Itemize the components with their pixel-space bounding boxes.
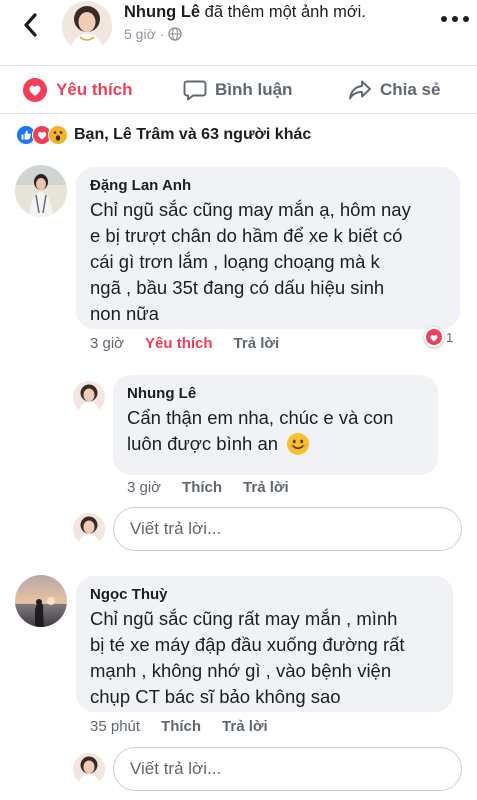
comment-time[interactable]: 35 phút xyxy=(90,718,140,735)
chevron-left-icon xyxy=(24,13,37,37)
comment-bubble-icon xyxy=(183,80,207,101)
comment-author-name[interactable]: Đặng Lan Anh xyxy=(90,177,191,194)
comment-bubble: Ngọc Thuỳ Chỉ ngũ sắc cũng rất may mắn ,… xyxy=(76,576,453,712)
heart-icon xyxy=(23,78,47,102)
comment-reaction-count[interactable]: 1 xyxy=(424,327,453,347)
reply-input-box xyxy=(113,747,462,791)
love-button[interactable]: Yêu thích xyxy=(22,74,133,106)
post-meta: 5 giờ · xyxy=(124,26,183,42)
share-button-label: Chia sẻ xyxy=(380,80,441,99)
reply-like-button[interactable]: Thích xyxy=(182,479,222,496)
reply-input[interactable] xyxy=(114,748,461,790)
comment-meta: 3 giờ Yêu thích Trả lời xyxy=(90,335,279,352)
reply-meta: 3 giờ Thích Trả lời xyxy=(127,479,289,496)
comment-text: Chỉ ngũ sắc cũng may mắn ạ, hôm nay e bị… xyxy=(90,199,411,324)
share-button[interactable]: Chia sẻ xyxy=(348,74,440,106)
share-arrow-icon xyxy=(349,80,371,100)
reply-time[interactable]: 3 giờ xyxy=(127,479,161,496)
comment-like-button[interactable]: Thích xyxy=(161,718,201,735)
comment-button-label: Bình luận xyxy=(215,80,293,99)
comment-author-name[interactable]: Ngọc Thuỳ xyxy=(90,586,168,603)
reaction-summary-text: Bạn, Lê Trâm và 63 người khác xyxy=(74,126,312,143)
globe-icon xyxy=(168,27,183,41)
post-headline: Nhung Lê đã thêm một ảnh mới. xyxy=(124,3,366,22)
reaction-summary[interactable]: Bạn, Lê Trâm và 63 người khác xyxy=(16,124,311,146)
more-options-button[interactable] xyxy=(441,14,469,24)
comment-text: Chỉ ngũ sắc cũng rất may mắn , mình bị t… xyxy=(90,608,405,707)
love-reaction-icon xyxy=(424,327,444,347)
post-action-text: đã thêm một ảnh mới. xyxy=(204,3,366,21)
wow-reaction-icon xyxy=(48,125,68,145)
comment-button[interactable]: Bình luận xyxy=(183,74,292,106)
commenter-avatar[interactable] xyxy=(15,165,67,217)
comment-reply-button[interactable]: Trả lời xyxy=(222,718,268,735)
current-user-avatar xyxy=(73,753,105,785)
current-user-avatar xyxy=(73,513,105,545)
reply-text: Cẩn thận em nha, chúc e và con luôn được… xyxy=(127,407,394,455)
comment-bubble: Đặng Lan Anh Chỉ ngũ sắc cũng may mắn ạ,… xyxy=(76,167,460,329)
reply-input[interactable] xyxy=(114,508,461,550)
comment-time[interactable]: 3 giờ xyxy=(90,335,124,352)
post-action-bar: Yêu thích Bình luận Chia sẻ xyxy=(0,66,477,114)
love-button-label: Yêu thích xyxy=(56,80,133,99)
smiley-emoji-icon xyxy=(287,433,310,455)
commenter-avatar[interactable] xyxy=(15,575,67,627)
dot-separator: · xyxy=(159,26,165,42)
post-time[interactable]: 5 giờ xyxy=(124,26,156,42)
reply-bubble: Nhung Lê Cẩn thận em nha, chúc e và con … xyxy=(113,375,438,475)
post-header: Nhung Lê đã thêm một ảnh mới. 5 giờ · xyxy=(0,0,477,66)
comment-meta: 35 phút Thích Trả lời xyxy=(90,718,268,735)
back-button[interactable] xyxy=(16,10,46,40)
reply-input-box xyxy=(113,507,462,551)
comment-reply-button[interactable]: Trả lời xyxy=(234,335,280,352)
reply-author-avatar[interactable] xyxy=(73,381,105,413)
reaction-count-text: 1 xyxy=(446,329,454,345)
reply-author-name[interactable]: Nhung Lê xyxy=(127,385,196,402)
author-avatar[interactable] xyxy=(62,1,112,51)
comment-like-button[interactable]: Yêu thích xyxy=(145,335,213,352)
post-author-name[interactable]: Nhung Lê xyxy=(124,3,200,21)
reply-reply-button[interactable]: Trả lời xyxy=(243,479,289,496)
